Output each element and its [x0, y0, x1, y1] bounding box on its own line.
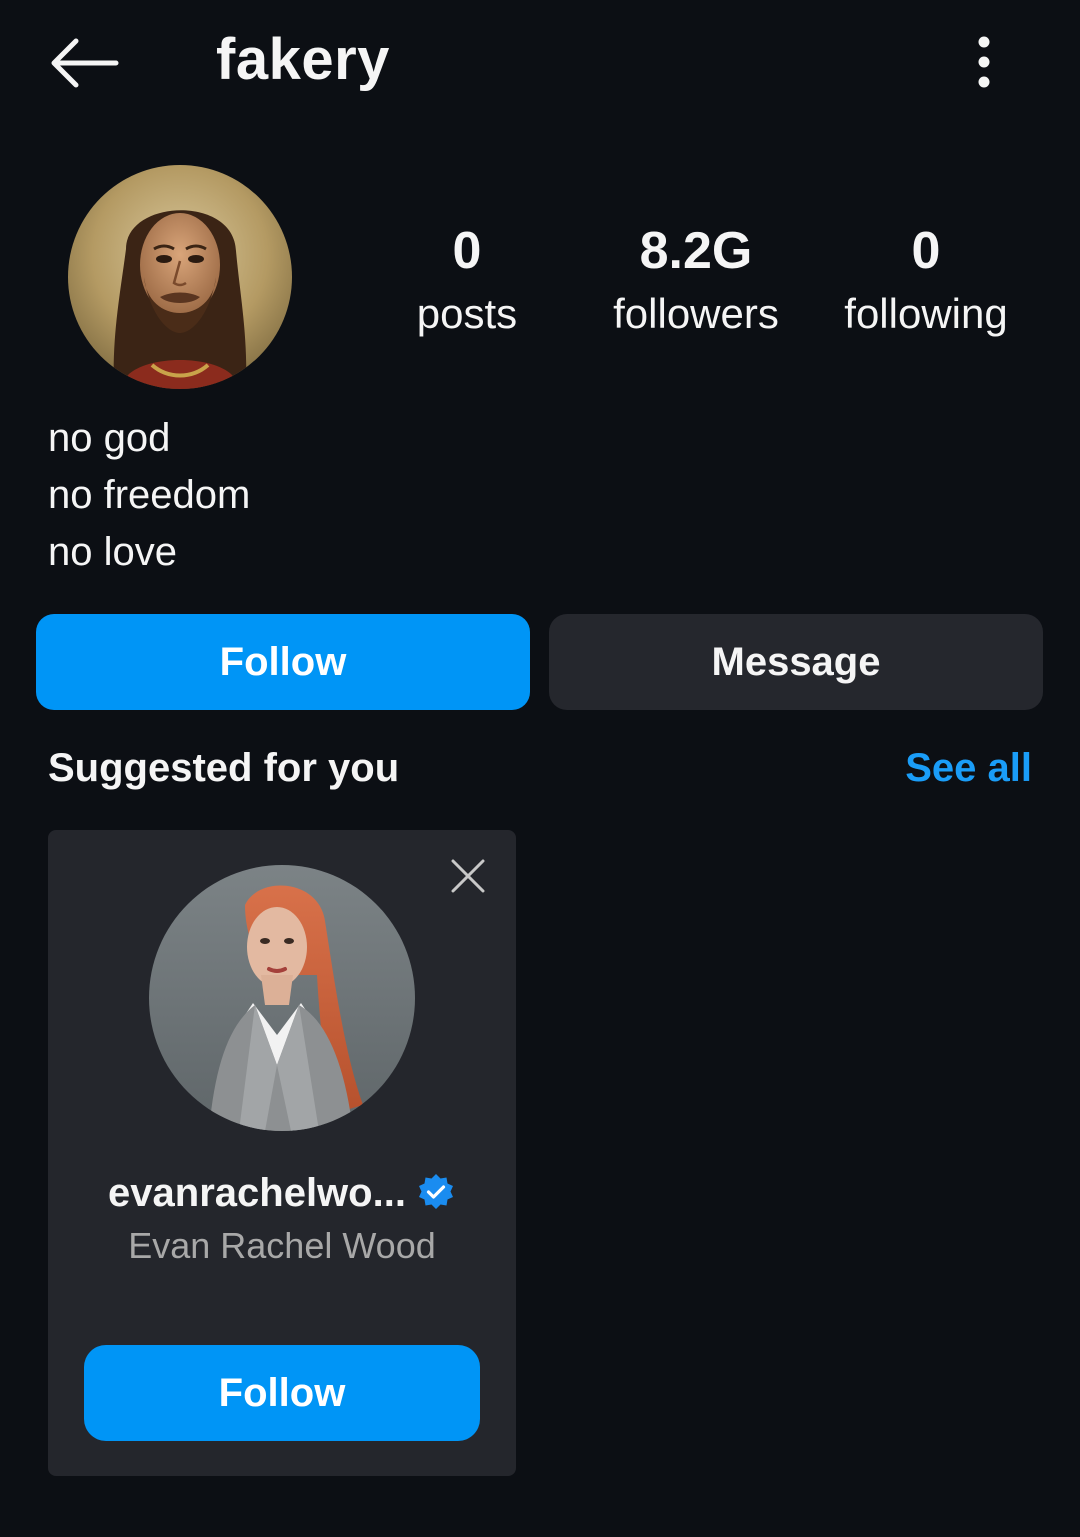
- dismiss-suggestion-button[interactable]: [446, 854, 490, 898]
- close-icon: [451, 859, 485, 893]
- portrait-image: [68, 165, 292, 389]
- suggested-full-name: Evan Rachel Wood: [128, 1225, 436, 1266]
- message-button[interactable]: Message: [549, 614, 1043, 710]
- stat-value: 0: [452, 222, 482, 280]
- follow-button[interactable]: Follow: [36, 614, 530, 710]
- see-all-link[interactable]: See all: [905, 740, 1032, 796]
- more-options-button[interactable]: [956, 30, 1012, 94]
- bio-line: no god: [48, 416, 171, 460]
- back-button[interactable]: [48, 34, 120, 92]
- stat-label: following: [844, 290, 1008, 337]
- stat-value: 8.2G: [639, 222, 753, 280]
- suggested-user-name-row: evanrachelwo...: [48, 1165, 516, 1221]
- stat-value: 0: [911, 222, 941, 280]
- profile-page: fakery 0 posts 8.2G followers 0 followin…: [0, 0, 1080, 1537]
- following-count[interactable]: 0 following: [826, 218, 1026, 344]
- followers-count[interactable]: 8.2G followers: [596, 218, 796, 344]
- suggested-username[interactable]: evanrachelwo...: [108, 1165, 406, 1221]
- posts-count[interactable]: 0 posts: [392, 218, 542, 344]
- verified-badge-icon: [416, 1173, 456, 1213]
- suggested-heading: Suggested for you: [48, 746, 400, 790]
- profile-avatar[interactable]: [68, 165, 292, 389]
- suggested-follow-button[interactable]: Follow: [84, 1345, 480, 1441]
- profile-bio: no god no freedom no love: [48, 410, 250, 581]
- more-vertical-icon: [978, 36, 990, 88]
- stat-label: followers: [613, 290, 779, 337]
- suggested-user-avatar[interactable]: [149, 865, 415, 1131]
- page-title: fakery: [216, 27, 390, 92]
- portrait-image: [149, 865, 415, 1131]
- bio-line: no love: [48, 530, 177, 574]
- bio-line: no freedom: [48, 473, 251, 517]
- arrow-left-icon: [51, 38, 119, 88]
- stat-label: posts: [416, 290, 518, 337]
- suggested-user-card[interactable]: evanrachelwo... Evan Rachel Wood Follow: [48, 830, 516, 1476]
